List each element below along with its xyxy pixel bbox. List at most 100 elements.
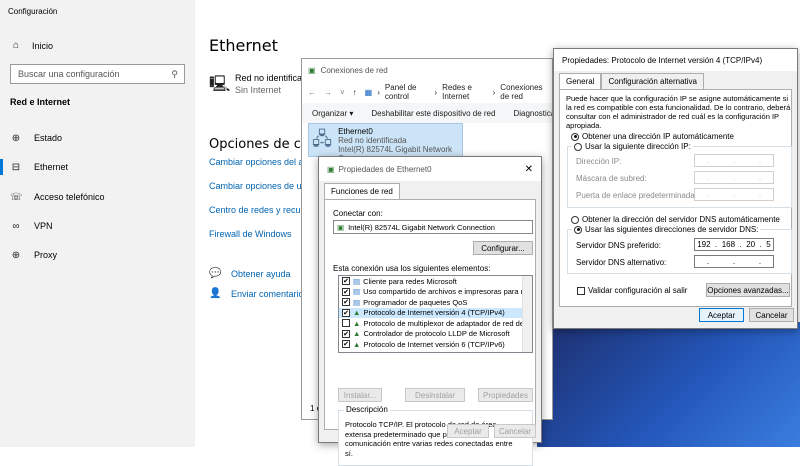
properties-button[interactable]: Propiedades [478, 388, 533, 402]
diagnose-button[interactable]: Diagnosticar esta conexión [513, 109, 552, 118]
uninstall-button[interactable]: Desinstalar [405, 388, 465, 402]
tab-general[interactable]: General [559, 73, 602, 89]
list-item-selected[interactable]: ✔ ▲ Protocolo de Internet versión 4 (TCP/I… [339, 307, 532, 318]
app-title: Configuración [8, 7, 58, 16]
globe-icon: ⊕ [11, 132, 21, 144]
checkbox[interactable]: ✔ [342, 298, 350, 307]
list-item[interactable]: ✔ ▲ Controlador de protocolo LLDP de Micro… [339, 329, 532, 340]
disable-device-button[interactable]: Deshabilitar este dispositivo de red [371, 109, 495, 118]
breadcrumb-item[interactable]: Redes e Internet [442, 83, 488, 101]
nav-item-label: Acceso telefónico [34, 192, 105, 202]
gateway-field[interactable]: ... [694, 188, 774, 201]
nav-home[interactable]: ⌂ Inicio [10, 40, 53, 51]
tab-funciones-de-red[interactable]: Funciones de red [324, 183, 400, 199]
network-folder-icon: ▣ [308, 65, 316, 75]
nav-item-label: Ethernet [34, 162, 69, 172]
nav-item-label: Estado [34, 133, 63, 143]
list-item[interactable]: ✔ ▤ Programador de paquetes QoS [339, 297, 532, 308]
list-scrollbar[interactable] [522, 276, 532, 352]
network-status[interactable]: 🖳 Red no identificada Sin Internet [209, 73, 312, 100]
adapter-item-ethernet0[interactable]: 🖧 Ethernet0 Red no identificada Intel(R)… [308, 123, 463, 163]
nav-item-label: VPN [34, 221, 53, 231]
radio-manual-dns[interactable]: Usar las siguientes direcciones de servi… [572, 225, 761, 234]
help-label: Obtener ayuda [231, 268, 291, 279]
breadcrumb[interactable]: ▦ › Panel de control › Redes e Internet … [365, 83, 552, 101]
tab-config-alternativa[interactable]: Configuración alternativa [601, 73, 704, 89]
validate-checkbox[interactable]: Validar configuración al salir [577, 286, 687, 295]
dialog-title: Propiedades: Protocolo de Internet versi… [562, 55, 763, 65]
chevron-down-icon[interactable]: ˅ [340, 88, 345, 97]
nav-item-ethernet[interactable]: ⊟ Ethernet [10, 159, 68, 175]
vpn-icon: ∞ [12, 220, 20, 232]
help-chat-icon: 💬 [209, 268, 222, 279]
checkbox[interactable]: ✔ [342, 329, 350, 338]
tab-page: Puede hacer que la configuración IP se a… [559, 89, 792, 307]
monitor-icon: 🖳 [209, 76, 231, 93]
checkbox[interactable] [342, 319, 350, 328]
page-title: Ethernet [209, 36, 278, 55]
nav-item-vpn[interactable]: ∞ VPN [10, 218, 53, 234]
feedback-link[interactable]: 👤 Enviar comentarios [209, 288, 308, 299]
settings-nav: Configuración ⌂ Inicio Buscar una config… [0, 0, 195, 447]
radio-manual-ip[interactable]: Usar la siguiente dirección IP: [572, 142, 693, 151]
adapter-name: Ethernet0 [338, 127, 373, 136]
forward-arrow-icon[interactable]: → [324, 88, 332, 97]
window-title: Conexiones de red [320, 65, 388, 75]
dns1-field[interactable]: 192. 168. 20. 5 [694, 238, 774, 251]
dialog-titlebar[interactable]: ▣ Propiedades de Ethernet0 ✕ [319, 157, 541, 181]
list-item[interactable]: ✔ ▤ Uso compartido de archivos e impresora… [339, 287, 532, 298]
up-arrow-icon[interactable]: ↑ [353, 88, 357, 97]
tab-page: Conectar con: ▣ Intel(R) 82574L Gigabit … [324, 199, 536, 466]
cancel-button[interactable]: Cancelar [494, 424, 536, 438]
checkbox[interactable]: ✔ [342, 308, 350, 317]
link-firewall[interactable]: Firewall de Windows [209, 229, 292, 239]
search-placeholder: Buscar una configuración [18, 69, 120, 79]
breadcrumb-item[interactable]: Panel de control [385, 83, 430, 101]
ok-button[interactable]: Aceptar [699, 308, 744, 322]
ethernet-icon: ⊟ [11, 161, 21, 173]
breadcrumb-item[interactable]: Conexiones de red [500, 83, 552, 101]
advanced-button[interactable]: Opciones avanzadas... [706, 283, 790, 297]
service-icon: ▤ [353, 287, 361, 297]
checkbox[interactable]: ✔ [342, 277, 350, 286]
dns2-field[interactable]: ... [694, 255, 774, 268]
ip-address-label: Dirección IP: [576, 157, 622, 166]
radio-auto-dns[interactable]: Obtener la dirección del servidor DNS au… [571, 215, 780, 224]
description-title: Descripción [344, 405, 390, 414]
protocol-icon: ▲ [353, 339, 361, 349]
window-titlebar[interactable]: ▣ Conexiones de red [302, 59, 552, 81]
cancel-button[interactable]: Cancelar [749, 308, 794, 322]
list-item[interactable]: ✔ ▲ Protocolo de Internet versión 6 (TCP/I… [339, 339, 532, 350]
dialog-titlebar[interactable]: Propiedades: Protocolo de Internet versi… [554, 49, 797, 71]
nav-item-estado[interactable]: ⊕ Estado [10, 130, 62, 146]
address-bar: ← → ˅ ↑ ▦ › Panel de control › Redes e I… [302, 81, 552, 103]
ok-button[interactable]: Aceptar [447, 424, 489, 438]
checkbox[interactable]: ✔ [342, 287, 350, 296]
feedback-person-icon: 👤 [209, 288, 222, 299]
components-list[interactable]: ✔ ▤ Cliente para redes Microsoft ✔ ▤ Uso com… [338, 275, 533, 353]
list-item[interactable]: ▲ Protocolo de multiplexor de adaptador d… [339, 318, 532, 329]
configure-button[interactable]: Configurar... [473, 241, 533, 255]
radio-auto-ip[interactable]: Obtener una dirección IP automáticamente [571, 132, 734, 141]
dialup-icon: ☏ [10, 191, 23, 203]
settings-search-input[interactable]: Buscar una configuración ⚲ [10, 64, 185, 84]
subnet-mask-field[interactable]: ... [694, 171, 774, 184]
network-icon: ▣ [327, 164, 335, 174]
checkbox[interactable]: ✔ [342, 340, 350, 349]
ip-address-field[interactable]: ... [694, 154, 774, 167]
tcpip-properties-dialog: Propiedades: Protocolo de Internet versi… [553, 48, 798, 329]
list-item[interactable]: ✔ ▤ Cliente para redes Microsoft [339, 276, 532, 287]
nav-section-title: Red e Internet [10, 97, 71, 107]
close-icon[interactable]: ✕ [525, 164, 533, 175]
protocol-icon: ▲ [353, 329, 361, 339]
back-arrow-icon[interactable]: ← [308, 88, 316, 97]
nav-item-label: Proxy [34, 250, 58, 260]
install-button[interactable]: Instalar... [338, 388, 382, 402]
nav-item-proxy[interactable]: ⊕ Proxy [10, 247, 57, 263]
help-link[interactable]: 💬 Obtener ayuda [209, 268, 291, 279]
nav-home-label: Inicio [32, 40, 54, 51]
nav-item-acceso-telefonico[interactable]: ☏ Acceso telefónico [10, 189, 105, 205]
description-group: Descripción Protocolo TCP/IP. El protoco… [338, 405, 533, 466]
nav-active-indicator [0, 159, 3, 175]
organize-button[interactable]: Organizar ▾ [312, 109, 353, 118]
